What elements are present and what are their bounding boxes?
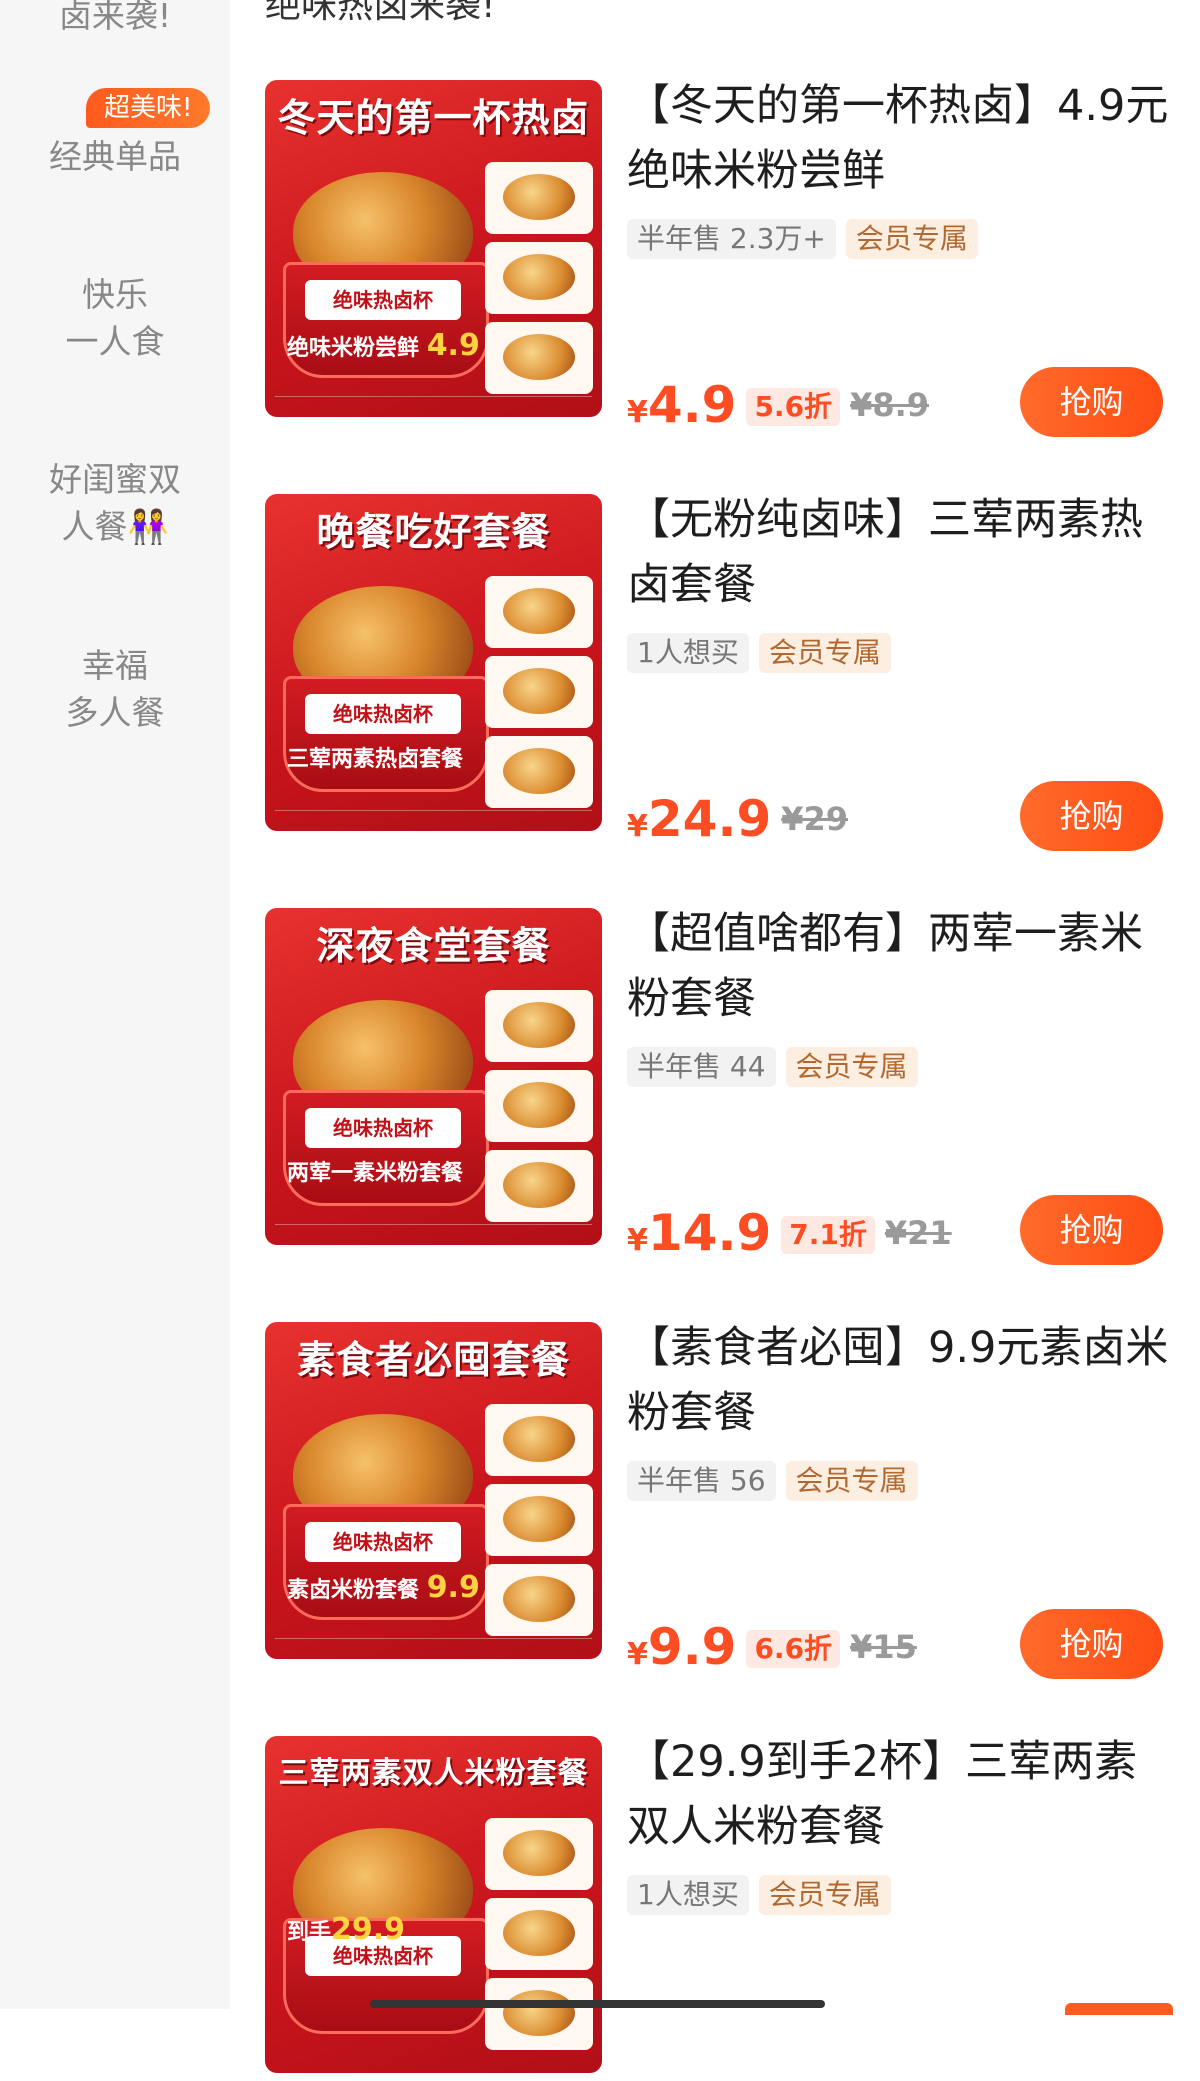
product-title[interactable]: 【冬天的第一杯热卤】4.9元绝味米粉尝鲜: [627, 74, 1170, 204]
image-promo-tag: 三荤两素热卤套餐: [277, 740, 473, 780]
currency-symbol: ¥: [627, 809, 648, 844]
discount-badge: 6.6折: [746, 1630, 841, 1668]
product-image[interactable]: 三荤两素双人米粉套餐 绝味热卤杯 到手29.9: [265, 1736, 602, 2073]
home-indicator[interactable]: [370, 2000, 825, 2008]
want-to-buy-tag: 1人想买: [627, 633, 749, 673]
sidebar-item-label: 人餐👭: [61, 507, 169, 546]
price: 9.9: [647, 1618, 737, 1676]
super-tasty-badge: 超美味!: [86, 88, 211, 128]
buy-button[interactable]: 抢购: [1020, 781, 1163, 851]
sidebar-item-classic[interactable]: 经典单品: [0, 133, 230, 180]
product-tags: 半年售 44 会员专属: [627, 1047, 928, 1087]
price-row: ¥14.9 7.1折 ¥21: [627, 1204, 952, 1262]
sidebar-item-solo[interactable]: 快乐 一人食: [0, 271, 230, 365]
member-exclusive-tag: 会员专属: [785, 1461, 918, 1501]
sidebar-item-label: 一人食: [65, 322, 165, 361]
sidebar-item-label: 幸福: [82, 646, 148, 685]
want-to-buy-tag: 1人想买: [627, 1875, 749, 1915]
side-dishes: [485, 1404, 593, 1644]
member-exclusive-tag: 会员专属: [758, 1875, 891, 1915]
sidebar-item-label: 经典单品: [49, 137, 181, 176]
sidebar-item-label: 多人餐: [65, 693, 165, 732]
cup-label: 绝味热卤杯: [305, 1522, 461, 1562]
product-title[interactable]: 【无粉纯卤味】三荤两素热卤套餐: [627, 488, 1170, 618]
member-exclusive-tag: 会员专属: [758, 633, 891, 673]
currency-symbol: ¥: [627, 1223, 648, 1258]
product-tags: 1人想买 会员专属: [627, 633, 901, 673]
buy-button[interactable]: 抢购: [1020, 1609, 1163, 1679]
image-promo-text: 绝味米粉尝鲜: [287, 336, 420, 361]
cup-label: 绝味热卤杯: [305, 280, 461, 320]
side-dishes: [485, 162, 593, 402]
product-card[interactable]: 晚餐吃好套餐 绝味热卤杯 三荤两素热卤套餐 【无粉纯卤味】三荤两素热卤套餐 1人…: [265, 494, 1170, 851]
original-price: ¥15: [850, 1628, 917, 1666]
image-promo-price: 4.9: [426, 328, 480, 363]
category-sidebar: 卤来袭! 超美味! 经典单品 快乐 一人食 好闺蜜双 人餐👭 幸福 多人餐: [0, 0, 230, 2009]
currency-symbol: ¥: [627, 395, 648, 430]
currency-symbol: ¥: [627, 1637, 648, 1672]
buy-button[interactable]: 抢购: [1020, 1195, 1163, 1265]
image-promo-tag: 素卤米粉套餐 9.9: [277, 1568, 490, 1608]
product-card[interactable]: 素食者必囤套餐 绝味热卤杯 素卤米粉套餐 9.9 【素食者必囤】9.9元素卤米粉…: [265, 1322, 1170, 1679]
original-price: ¥8.9: [850, 386, 930, 424]
image-promo-text: 两荤一素米粉套餐: [287, 1161, 464, 1186]
product-image[interactable]: 冬天的第一杯热卤 绝味热卤杯 绝味米粉尝鲜 4.9: [265, 80, 602, 417]
original-price: ¥29: [781, 800, 849, 838]
product-image[interactable]: 晚餐吃好套餐 绝味热卤杯 三荤两素热卤套餐: [265, 494, 602, 831]
product-tags: 半年售 56 会员专属: [627, 1461, 928, 1501]
image-promo-text: 三荤两素热卤套餐: [287, 747, 464, 772]
sidebar-item-bestie-duo[interactable]: 好闺蜜双 人餐👭: [0, 456, 230, 550]
image-promo-tag: 到手29.9: [277, 1910, 415, 1950]
cup-label: 绝味热卤杯: [305, 694, 461, 734]
product-title[interactable]: 【素食者必囤】9.9元素卤米粉套餐: [627, 1316, 1170, 1446]
image-promo-text: 素卤米粉套餐: [287, 1578, 420, 1603]
product-image[interactable]: 素食者必囤套餐 绝味热卤杯 素卤米粉套餐 9.9: [265, 1322, 602, 1659]
side-dishes: [485, 990, 593, 1230]
image-promo-price: 9.9: [426, 1570, 480, 1605]
image-banner-text: 深夜食堂套餐: [316, 923, 551, 968]
member-exclusive-tag: 会员专属: [845, 219, 978, 259]
price-row: ¥4.9 5.6折 ¥8.9: [627, 376, 930, 434]
image-banner-text: 素食者必囤套餐: [296, 1337, 570, 1382]
price: 24.9: [647, 790, 772, 848]
discount-badge: 5.6折: [746, 388, 841, 426]
sidebar-item-label: 卤来袭!: [58, 0, 172, 35]
sidebar-item-family[interactable]: 幸福 多人餐: [0, 642, 230, 736]
product-title[interactable]: 【29.9到手2杯】三荤两素双人米粉套餐: [627, 1730, 1170, 1860]
product-title[interactable]: 【超值啥都有】两荤一素米粉套餐: [627, 902, 1170, 1032]
sidebar-item-label: 好闺蜜双: [49, 460, 181, 499]
product-image[interactable]: 深夜食堂套餐 绝味热卤杯 两荤一素米粉套餐: [265, 908, 602, 1245]
product-card[interactable]: 冬天的第一杯热卤 绝味热卤杯 绝味米粉尝鲜 4.9 【冬天的第一杯热卤】4.9元…: [265, 80, 1170, 437]
sidebar-item-label: 快乐: [82, 275, 148, 314]
product-tags: 1人想买 会员专属: [627, 1875, 901, 1915]
section-header: 绝味热卤来袭!: [265, 0, 496, 26]
price: 14.9: [647, 1204, 772, 1262]
price: 4.9: [647, 376, 737, 434]
sales-tag: 半年售 44: [627, 1047, 776, 1087]
sidebar-item-prev[interactable]: 卤来袭!: [0, 0, 230, 39]
image-promo-tag: 两荤一素米粉套餐: [277, 1154, 473, 1194]
price-row: ¥9.9 6.6折 ¥15: [627, 1618, 917, 1676]
image-promo-price: 29.9: [331, 1912, 406, 1947]
discount-badge: 7.1折: [781, 1216, 875, 1254]
sales-tag: 半年售 56: [627, 1461, 776, 1501]
product-card[interactable]: 三荤两素双人米粉套餐 绝味热卤杯 到手29.9 【29.9到手2杯】三荤两素双人…: [265, 1736, 1170, 2081]
image-promo-text: 到手: [287, 1920, 332, 1945]
sales-tag: 半年售 2.3万+: [627, 219, 836, 259]
product-card[interactable]: 深夜食堂套餐 绝味热卤杯 两荤一素米粉套餐 【超值啥都有】两荤一素米粉套餐 半年…: [265, 908, 1170, 1265]
image-promo-tag: 绝味米粉尝鲜 4.9: [277, 326, 490, 366]
cup-label: 绝味热卤杯: [305, 1108, 461, 1148]
original-price: ¥21: [884, 1214, 952, 1252]
image-banner-text: 冬天的第一杯热卤: [277, 95, 590, 140]
image-banner-text: 三荤两素双人米粉套餐: [278, 1756, 589, 1791]
product-tags: 半年售 2.3万+ 会员专属: [627, 219, 988, 259]
member-exclusive-tag: 会员专属: [785, 1047, 918, 1087]
side-dishes: [485, 576, 593, 816]
price-row: ¥24.9 ¥29: [627, 790, 849, 848]
image-banner-text: 晚餐吃好套餐: [316, 509, 551, 554]
side-dishes: [485, 1818, 593, 2058]
buy-button[interactable]: 抢购: [1020, 367, 1163, 437]
buy-button-peek[interactable]: [1065, 2003, 1173, 2015]
